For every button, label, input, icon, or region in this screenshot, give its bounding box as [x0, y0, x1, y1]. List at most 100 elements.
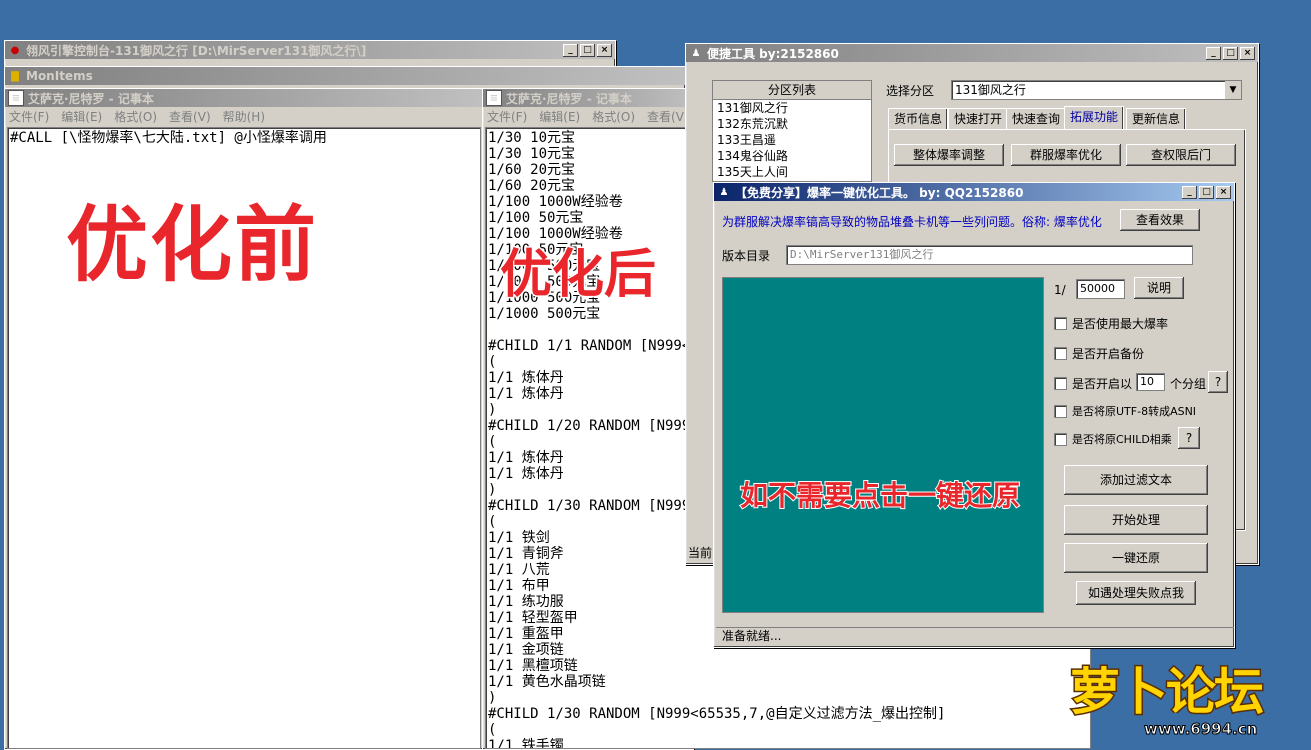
close-icon[interactable]: × — [597, 43, 612, 57]
folder-title: MonItems — [26, 69, 93, 83]
start-process-button[interactable]: 开始处理 — [1064, 505, 1208, 535]
list-item[interactable]: 132东荒沉默 — [717, 116, 871, 132]
menu-file[interactable]: 文件(F) — [9, 108, 49, 125]
option-label: 是否使用最大爆率 — [1072, 317, 1169, 331]
logo-text: 萝卜论坛 — [1069, 662, 1266, 723]
checkbox[interactable] — [1054, 404, 1067, 418]
tab-currency[interactable]: 货币信息 — [888, 108, 949, 129]
menu-edit[interactable]: 编辑(E) — [61, 108, 102, 125]
chevron-down-icon[interactable]: ▼ — [1225, 81, 1241, 99]
option-backup[interactable]: 是否开启备份 — [1054, 345, 1144, 362]
notepad-right-menubar: 文件(F) 编辑(E) 格式(O) 查看(V) — [483, 107, 693, 125]
tab-extensions[interactable]: 拓展功能 — [1064, 106, 1125, 129]
maximize-icon[interactable]: □ — [1223, 46, 1238, 60]
option-max-rate[interactable]: 是否使用最大爆率 — [1054, 315, 1168, 332]
tool-icon: ♟ — [691, 47, 701, 59]
group-suffix: 个分组 — [1170, 377, 1207, 391]
group-count-input[interactable]: 10 — [1136, 373, 1165, 391]
explain-button[interactable]: 说明 — [1134, 277, 1184, 299]
preview-panel — [722, 277, 1044, 613]
notepad-right-window: ≡ 艾萨克·尼特罗 - 记事本 文件(F) 编辑(E) 格式(O) 查看(V) … — [482, 88, 1091, 750]
option-label: 是否开启备份 — [1072, 347, 1145, 361]
optimizer-window: ♟ 【免费分享】爆率一键优化工具。 by: QQ2152860 _ □ × 为群… — [713, 182, 1235, 648]
logo-url: www.6994.cn — [1143, 720, 1258, 739]
list-item[interactable]: 133王昌遥 — [717, 132, 871, 148]
tab-quick-open[interactable]: 快速打开 — [948, 108, 1009, 129]
maximize-icon[interactable]: □ — [1199, 185, 1214, 199]
option-label: 是否将原UTF-8转成ASNI — [1072, 405, 1197, 418]
tool-icon: ♟ — [719, 186, 729, 198]
status-bar: 准备就绪... — [716, 627, 1234, 644]
notepad-left-titlebar[interactable]: ≡ 艾萨克·尼特罗 - 记事本 — [5, 89, 483, 107]
ratio-prefix: 1/ — [1054, 283, 1066, 297]
option-utf8-to-ansi[interactable]: 是否将原UTF-8转成ASNI — [1054, 403, 1196, 419]
engine-logo-icon: ● — [10, 44, 20, 56]
check-backdoor-button[interactable]: 查权限后门 — [1126, 144, 1236, 166]
select-partition-label: 选择分区 — [886, 84, 935, 98]
engine-console-title: 翎风引擎控制台-131御风之行 [D:\MirServer131御风之行\] — [26, 43, 367, 58]
group-rate-optimize-button[interactable]: 群服爆率优化 — [1011, 144, 1121, 166]
menu-format[interactable]: 格式(O) — [592, 108, 635, 125]
menu-view[interactable]: 查看(V) — [169, 108, 211, 125]
view-effect-button[interactable]: 查看效果 — [1120, 209, 1200, 231]
list-item[interactable]: 135天上人间 — [717, 164, 871, 180]
close-icon[interactable]: × — [1240, 46, 1255, 60]
add-filter-text-button[interactable]: 添加过滤文本 — [1064, 465, 1208, 495]
quick-tool-titlebar[interactable]: ♟ 便捷工具 by:2152860 _ □ × — [686, 44, 1258, 62]
status-fragment: 当前 — [688, 546, 713, 560]
maximize-icon[interactable]: □ — [580, 43, 595, 57]
notepad-icon: ≡ — [486, 90, 502, 106]
minimize-icon[interactable]: _ — [1206, 46, 1221, 60]
option-label: 是否开启以 — [1072, 377, 1133, 391]
overall-rate-button[interactable]: 整体爆率调整 — [894, 144, 1004, 166]
option-child-multiply[interactable]: 是否将原CHILD相乘 — [1054, 431, 1172, 447]
notepad-left-title: 艾萨克·尼特罗 - 记事本 — [28, 91, 154, 106]
partition-select[interactable]: 131御风之行 ▼ — [951, 80, 1242, 100]
list-item[interactable]: 131御风之行 — [717, 100, 871, 116]
checkbox[interactable] — [1054, 377, 1067, 390]
optimizer-description: 为群服解决爆率镐高导致的物品堆叠卡机等一些列问题。俗称: 爆率优化 — [722, 215, 1102, 229]
optimizer-titlebar[interactable]: ♟ 【免费分享】爆率一键优化工具。 by: QQ2152860 _ □ × — [714, 183, 1234, 201]
notepad-right-title: 艾萨克·尼特罗 - 记事本 — [506, 91, 632, 106]
notepad-left-menubar: 文件(F) 编辑(E) 格式(O) 查看(V) 帮助(H) — [5, 107, 483, 125]
notepad-icon: ≡ — [8, 90, 24, 106]
partition-list[interactable]: 分区列表 131御风之行 132东荒沉默 133王昌遥 134鬼谷仙路 135天… — [712, 80, 872, 182]
dir-field[interactable]: D:\MirServer131御风之行 — [786, 245, 1193, 265]
menu-edit[interactable]: 编辑(E) — [539, 108, 580, 125]
menu-view[interactable]: 查看(V) — [647, 108, 689, 125]
menu-file[interactable]: 文件(F) — [487, 108, 527, 125]
close-icon[interactable]: × — [1216, 185, 1231, 199]
dir-label: 版本目录 — [722, 249, 771, 263]
tab-updates[interactable]: 更新信息 — [1126, 108, 1187, 129]
option-group[interactable]: 是否开启以 — [1054, 375, 1132, 392]
partition-select-value: 131御风之行 — [955, 83, 1026, 97]
watermark-logo: 萝卜论坛 www.6994.cn — [1066, 648, 1296, 744]
group-help-button[interactable]: ? — [1208, 371, 1228, 393]
before-label: 优化前 — [64, 197, 319, 295]
restore-hint: 如不需要点击一键还原 — [739, 478, 1021, 513]
quick-tool-title: 便捷工具 by:2152860 — [707, 46, 839, 61]
menu-format[interactable]: 格式(O) — [114, 108, 157, 125]
child-help-button[interactable]: ? — [1178, 427, 1200, 449]
tab-quick-query[interactable]: 快速查询 — [1006, 108, 1067, 129]
failure-help-button[interactable]: 如遇处理失败点我 — [1076, 581, 1196, 605]
folder-icon: ▇ — [11, 70, 19, 82]
optimizer-title: 【免费分享】爆率一键优化工具。 by: QQ2152860 — [735, 185, 1024, 200]
partition-list-header: 分区列表 — [713, 81, 871, 100]
tab-strip: 货币信息 快速打开 快速查询 拓展功能 更新信息 — [888, 106, 1248, 130]
option-label: 是否将原CHILD相乘 — [1072, 433, 1172, 446]
menu-help[interactable]: 帮助(H) — [223, 108, 265, 125]
checkbox[interactable] — [1054, 317, 1067, 330]
ratio-input[interactable]: 50000 — [1076, 279, 1125, 299]
status-text: 准备就绪... — [722, 629, 782, 643]
engine-console-titlebar[interactable]: ● 翎风引擎控制台-131御风之行 [D:\MirServer131御风之行\]… — [5, 41, 615, 59]
after-label: 优化后 — [498, 244, 657, 307]
notepad-right-titlebar[interactable]: ≡ 艾萨克·尼特罗 - 记事本 — [483, 89, 693, 107]
minimize-icon[interactable]: _ — [1182, 185, 1197, 199]
checkbox[interactable] — [1054, 432, 1067, 446]
list-item[interactable]: 134鬼谷仙路 — [717, 148, 871, 164]
checkbox[interactable] — [1054, 347, 1067, 360]
folder-titlebar[interactable]: ▇ MonItems — [5, 67, 685, 85]
minimize-icon[interactable]: _ — [563, 43, 578, 57]
one-click-restore-button[interactable]: 一键还原 — [1064, 543, 1208, 573]
